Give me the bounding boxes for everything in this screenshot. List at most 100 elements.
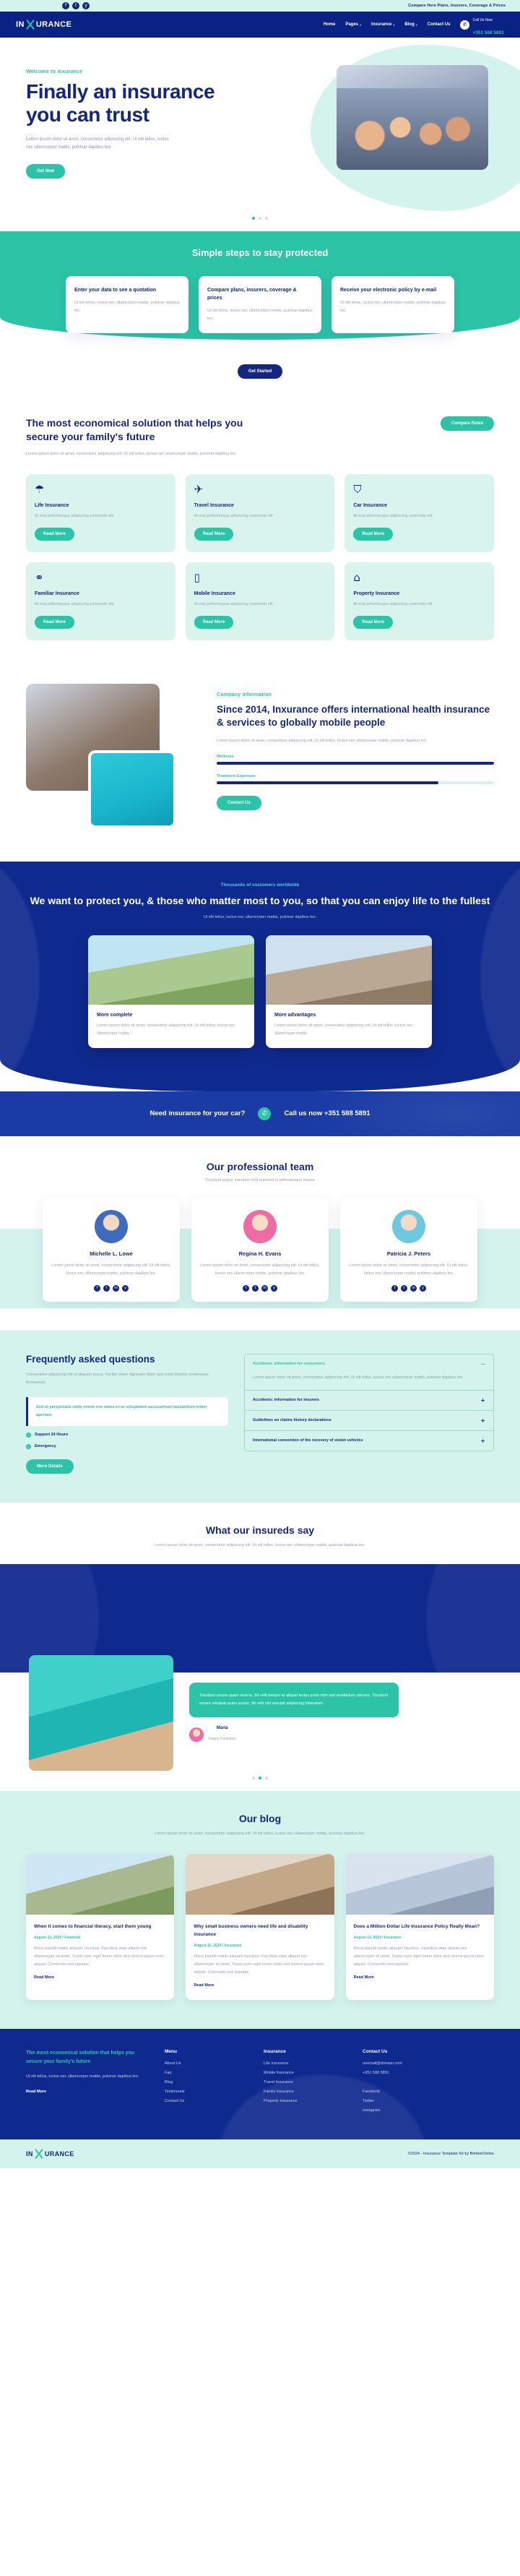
- service-read-more-button[interactable]: Read More: [35, 527, 74, 541]
- youtube-icon[interactable]: y: [82, 2, 90, 9]
- step-card: Receive your electronic policy by e-mail…: [332, 276, 454, 334]
- twitter-icon[interactable]: t: [252, 1284, 259, 1292]
- blog-post-card[interactable]: Why small business owners need life and …: [186, 1853, 334, 2000]
- faq-question-claims-history[interactable]: Guidelines on claims history declaration…: [245, 1411, 493, 1430]
- services-paragraph: Lorem ipsum dolor sit amet, consectetur …: [26, 451, 237, 456]
- faq-question-consumers[interactable]: Accidents: information for consumers −: [245, 1354, 493, 1374]
- footer-link-contact-us[interactable]: Contact Us: [165, 2099, 248, 2103]
- faq-question-label: Accidents: information for insurers: [253, 1398, 319, 1403]
- umbrella-plus-icon: ☂: [35, 482, 45, 496]
- cta-strip-number[interactable]: Call us now +351 588 5891: [284, 1109, 370, 1117]
- step-card-title: Receive your electronic policy by e-mail: [340, 288, 437, 293]
- faq-question-stolen-vehicles[interactable]: International convention of the recovery…: [245, 1431, 493, 1451]
- nav-item-inxurance[interactable]: Inxurance ▾: [371, 22, 394, 27]
- footer-email[interactable]: noemail@domain.com: [363, 2061, 446, 2066]
- team-member-card[interactable]: Michelle L. Lowe Lorem ipsum dolor sit a…: [43, 1198, 180, 1302]
- protect-card-more-advantages[interactable]: More advantages Lorem ipsum dolor sit am…: [266, 935, 432, 1048]
- footer-logo[interactable]: IN URANCE: [26, 2149, 74, 2159]
- team-member-card[interactable]: Patricia J. Peters Lorem ipsum dolor sit…: [340, 1198, 477, 1302]
- carousel-dot[interactable]: [252, 217, 255, 220]
- carousel-dot[interactable]: [265, 217, 268, 220]
- protect-card-more-complete[interactable]: More complete Lorem ipsum dolor sit amet…: [88, 935, 254, 1048]
- service-read-more-button[interactable]: Read More: [194, 615, 234, 629]
- blog-read-more-link[interactable]: Read More: [354, 1975, 374, 1980]
- footer-link-life-insurance[interactable]: Life Insurance: [264, 2061, 347, 2066]
- linkedin-icon[interactable]: in: [113, 1284, 119, 1292]
- team-member-name: Patricia J. Peters: [386, 1250, 431, 1257]
- twitter-icon[interactable]: t: [103, 1284, 110, 1292]
- hero-cta-button[interactable]: Get Now: [26, 163, 66, 179]
- hero-family-photo: [337, 65, 488, 170]
- youtube-icon[interactable]: y: [271, 1284, 277, 1292]
- service-card-life[interactable]: ☂ Life Insurance At erat pellentesque ad…: [26, 473, 176, 552]
- service-card-car[interactable]: ⛉ Car Insurance At erat pellentesque adi…: [344, 473, 494, 552]
- service-card-familiar[interactable]: ⚭ Familiar Insurance At erat pellentesqu…: [26, 562, 176, 640]
- footer-link-blog[interactable]: Blog: [165, 2080, 248, 2085]
- footer-phone[interactable]: +351 588 5891: [363, 2071, 446, 2075]
- nav-menu: Home Pages ▾ Inxurance ▾ Blog ▾ Contact Us: [324, 22, 451, 27]
- call-us-block[interactable]: ✆ Call Us Now +351 588 5891: [460, 12, 504, 38]
- faq-question-insurers[interactable]: Accidents: information for insurers +: [245, 1391, 493, 1410]
- faq-check-support: ✓ Support 24 Hours: [26, 1432, 228, 1438]
- footer-link-faq[interactable]: Faq: [165, 2071, 248, 2075]
- footer-link-property-insurance[interactable]: Property Insurance: [264, 2099, 347, 2103]
- footer: The most economical solution that helps …: [0, 2028, 520, 2139]
- service-read-more-button[interactable]: Read More: [353, 527, 394, 541]
- footer-link-testimonial[interactable]: Testimonial: [165, 2090, 248, 2094]
- blog-read-more-link[interactable]: Read More: [194, 1983, 214, 1988]
- get-started-button[interactable]: Get Started: [237, 364, 283, 379]
- footer-link-travel-insurance[interactable]: Travel Insurance: [264, 2080, 347, 2085]
- chevron-down-icon: ▾: [360, 22, 362, 27]
- nav-item-blog[interactable]: Blog ▾: [404, 22, 417, 27]
- footer-read-more-link[interactable]: Read More: [26, 2090, 46, 2094]
- facebook-icon[interactable]: f: [243, 1284, 249, 1292]
- footer-link-about-us[interactable]: About Us: [165, 2061, 248, 2066]
- nav-item-pages[interactable]: Pages ▾: [345, 22, 361, 27]
- youtube-icon[interactable]: y: [122, 1284, 129, 1292]
- footer-menu-column: Menu About Us Faq Blog Testimonial Conta…: [165, 2049, 248, 2118]
- about-contact-button[interactable]: Contact Us: [217, 796, 261, 811]
- team-section: Our professional team Tincidunt augue in…: [0, 1135, 520, 1331]
- hero-carousel-dots[interactable]: [252, 217, 268, 220]
- facebook-icon[interactable]: f: [391, 1284, 398, 1292]
- protect-card-photo: [88, 935, 254, 1005]
- twitter-icon[interactable]: t: [72, 2, 79, 9]
- footer-contact-column: Contact Us noemail@domain.com +351 588 5…: [363, 2049, 446, 2118]
- nav-item-home[interactable]: Home: [324, 22, 336, 27]
- carousel-dot[interactable]: [252, 1776, 255, 1779]
- footer-link-family-insurance[interactable]: Family Insurance: [264, 2090, 347, 2094]
- youtube-icon[interactable]: y: [420, 1284, 426, 1292]
- footer-link-mobile-insurance[interactable]: Mobile Insurance: [264, 2071, 347, 2075]
- linkedin-icon[interactable]: in: [261, 1284, 268, 1292]
- faq-more-details-button[interactable]: More Details: [26, 1459, 74, 1474]
- linkedin-icon[interactable]: in: [410, 1284, 417, 1292]
- facebook-icon[interactable]: f: [94, 1284, 100, 1292]
- service-read-more-button[interactable]: Read More: [35, 615, 74, 629]
- carousel-dot[interactable]: [259, 217, 261, 220]
- footer-link-instagram[interactable]: Instagram: [363, 2108, 446, 2113]
- carousel-dot[interactable]: [265, 1776, 268, 1779]
- facebook-icon[interactable]: f: [62, 2, 69, 9]
- service-card-property[interactable]: ⌂ Property Insurance At erat pellentesqu…: [344, 562, 494, 640]
- service-card-mobile[interactable]: ▯ Mobile Insurance At erat pellentesque …: [185, 562, 335, 640]
- twitter-icon[interactable]: t: [401, 1284, 407, 1292]
- service-read-more-button[interactable]: Read More: [353, 615, 394, 629]
- testimonial-carousel-dots[interactable]: [0, 1776, 520, 1779]
- compare-rates-button[interactable]: Compare Rates: [440, 416, 494, 431]
- blog-post-card[interactable]: When it comes to financial literacy, sta…: [26, 1853, 175, 2000]
- team-member-card[interactable]: Regina H. Evans Lorem ipsum dolor sit am…: [191, 1198, 329, 1302]
- nav-item-contact-us[interactable]: Contact Us: [428, 22, 451, 27]
- footer-link-twitter[interactable]: Twitter: [363, 2099, 446, 2103]
- blog-read-more-link[interactable]: Read More: [34, 1975, 54, 1980]
- footer-link-facebook[interactable]: Facebook: [363, 2090, 446, 2094]
- carousel-dot[interactable]: [259, 1776, 261, 1779]
- blog-post-card[interactable]: Does a Million-Dollar Life Insurance Pol…: [345, 1853, 494, 2000]
- site-logo[interactable]: IN URANCE: [16, 20, 72, 30]
- service-card-travel[interactable]: ✈ Travel Insurance At erat pellentesque …: [185, 473, 335, 552]
- service-read-more-button[interactable]: Read More: [194, 527, 234, 541]
- protect-cards: More complete Lorem ipsum dolor sit amet…: [0, 935, 520, 1048]
- progress-label-treatment: Treatment Expenses: [217, 774, 256, 779]
- call-label: Call Us Now: [472, 18, 493, 22]
- team-member-bio: Lorem ipsum dolor sit amet, consectetur …: [349, 1263, 469, 1276]
- hero-content: Welcome to inxurance Finally an insuranc…: [0, 38, 217, 179]
